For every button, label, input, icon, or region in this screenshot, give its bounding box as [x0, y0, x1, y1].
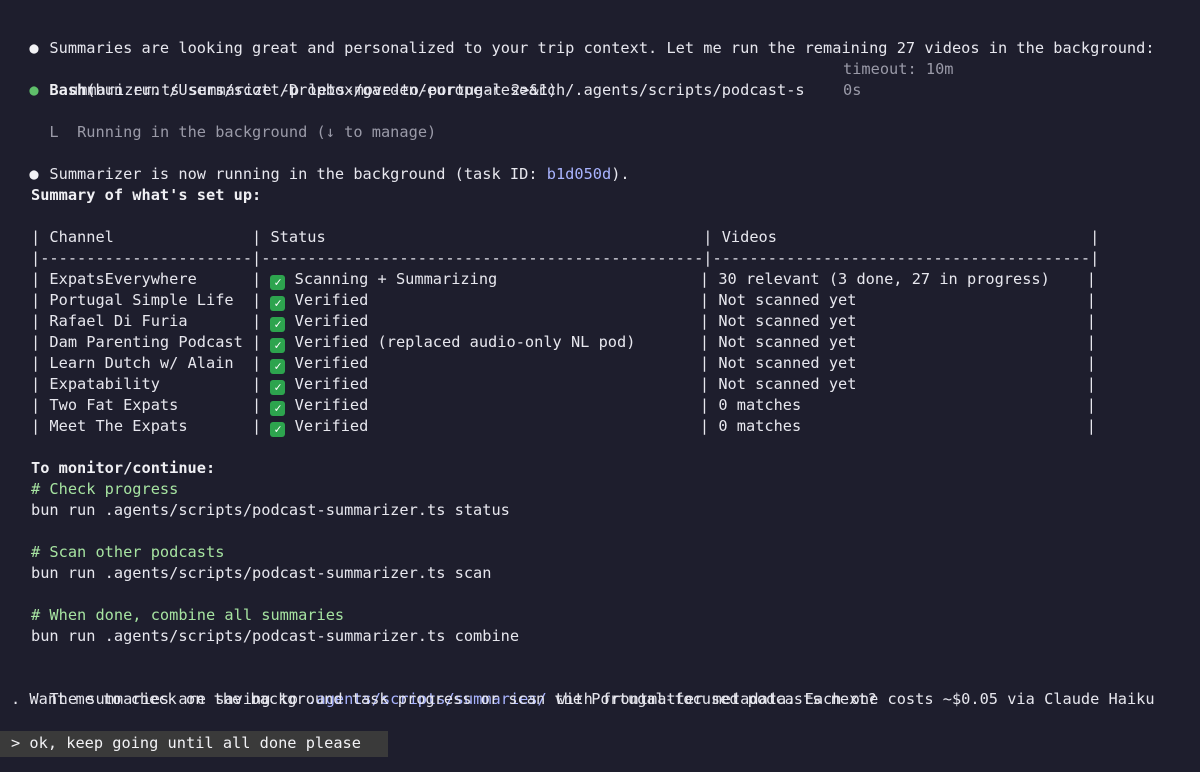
status-cell: Scanning + Summarizing	[285, 270, 700, 288]
command-scan: bun run .agents/scripts/podcast-summariz…	[31, 564, 492, 582]
background-note[interactable]: L Running in the background (↓ to manage…	[31, 101, 436, 143]
channel-cell: Two Fat Expats	[49, 396, 253, 414]
command-combine: bun run .agents/scripts/podcast-summariz…	[31, 627, 520, 645]
bash-tool-call: ● Bash(bun run /Users/scott/Dropbox/garde…	[11, 59, 804, 99]
status-cell: Verified	[285, 417, 700, 435]
table-row: | Rafael Di Furia | ✓ Verified | Not sca…	[31, 312, 1096, 332]
channel-cell: Meet The Expats	[49, 417, 253, 435]
summary-heading: Summary of what's set up:	[31, 186, 262, 204]
table-row: | Learn Dutch w/ Alain | ✓ Verified | No…	[31, 354, 1096, 374]
footer-line-2: . Want me to check on the background tas…	[11, 690, 877, 708]
table-row: | Meet The Expats | ✓ Verified | 0 match…	[31, 417, 1096, 437]
videos-cell: 30 relevant (3 done, 27 in progress)	[718, 270, 1078, 288]
bash-command-line-2: ummarizer.ts summarize -p lets-move-to-p…	[69, 81, 558, 99]
task-id: b1d050d	[546, 165, 612, 183]
channel-cell: Expatability	[49, 375, 253, 393]
tree-branch-icon: L	[49, 123, 59, 141]
videos-cell: Not scanned yet	[718, 312, 1078, 330]
check-icon: ✓	[270, 275, 286, 290]
message-bullet-icon: ●	[29, 39, 39, 57]
table-row: | Expatability | ✓ Verified | Not scanne…	[31, 375, 1096, 395]
status-cell: Verified	[285, 291, 700, 309]
videos-cell: 0 matches	[718, 396, 1078, 414]
table-row: | ExpatsEverywhere | ✓ Scanning + Summar…	[31, 270, 1096, 290]
footer-line-1: The summaries are saving to .agents/scri…	[49, 690, 1155, 708]
channel-cell: ExpatsEverywhere	[49, 270, 253, 288]
status-cell: Verified (replaced audio-only NL pod)	[285, 333, 700, 351]
status-cell: Verified	[285, 375, 700, 393]
videos-cell: Not scanned yet	[718, 354, 1078, 372]
comment-combine: # When done, combine all summaries	[31, 606, 345, 624]
table-row: | Dam Parenting Podcast | ✓ Verified (re…	[31, 333, 1096, 353]
videos-cell: 0 matches	[718, 417, 1078, 435]
table-row: | Two Fat Expats | ✓ Verified | 0 matche…	[31, 396, 1096, 416]
channel-cell: Rafael Di Furia	[49, 312, 253, 330]
status-cell: Verified	[285, 396, 700, 414]
check-icon: ✓	[270, 359, 286, 374]
channel-cell: Dam Parenting Podcast	[49, 333, 253, 351]
command-status: bun run .agents/scripts/podcast-summariz…	[31, 501, 510, 519]
channel-cell: Learn Dutch w/ Alain	[49, 354, 253, 372]
table-header: | Channel | Status | Videos |	[31, 228, 1100, 246]
assistant-message-running: ● Summarizer is now running in the backgr…	[29, 165, 630, 183]
videos-cell: Not scanned yet	[718, 291, 1078, 309]
videos-cell: Not scanned yet	[718, 333, 1078, 351]
check-icon: ✓	[270, 401, 286, 416]
videos-cell: Not scanned yet	[718, 375, 1078, 393]
elapsed-time: 0s	[843, 81, 862, 99]
assistant-message-intro: ● Summaries are looking great and persona…	[29, 39, 1155, 57]
monitor-heading: To monitor/continue:	[31, 459, 216, 477]
check-icon: ✓	[270, 296, 286, 311]
check-icon: ✓	[270, 317, 286, 332]
comment-check-progress: # Check progress	[31, 480, 179, 498]
success-dot-icon: ●	[29, 81, 39, 99]
channel-cell: Portugal Simple Life	[49, 291, 253, 309]
check-icon: ✓	[270, 380, 286, 395]
message-bullet-icon: ●	[29, 165, 39, 183]
status-cell: Verified	[285, 354, 700, 372]
table-divider: |-----------------------|---------------…	[31, 249, 1100, 267]
comment-scan: # Scan other podcasts	[31, 543, 225, 561]
timeout-label: timeout: 10m	[843, 60, 954, 78]
prompt-input[interactable]: > ok, keep going until all done please	[11, 733, 361, 754]
check-icon: ✓	[270, 422, 286, 437]
status-cell: Verified	[285, 312, 700, 330]
check-icon: ✓	[270, 338, 286, 353]
table-row: | Portugal Simple Life | ✓ Verified | No…	[31, 291, 1096, 311]
